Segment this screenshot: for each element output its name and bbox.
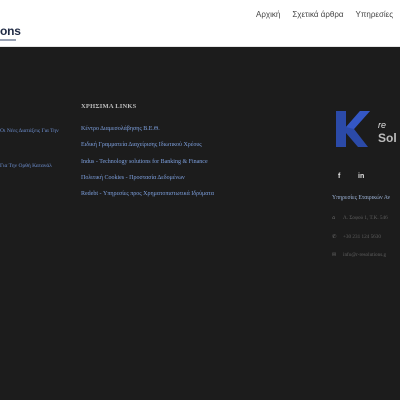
- logo-tagline: [0, 39, 16, 41]
- useful-link-mediation[interactable]: Κέντρο Διαμεσολάβησης Β.Ε.Θ.: [81, 126, 214, 133]
- address-text: Λ. Σοφού 1, Τ.Κ. 546: [343, 215, 388, 221]
- useful-links-title: ΧΡΗΣΙΜΑ LINKS: [81, 103, 137, 110]
- footer-contact: re Sol f in Υπηρεσίες Εταιρικών Αν ⌂ Λ. Σ…: [332, 47, 400, 400]
- address-row: ⌂ Λ. Σοφού 1, Τ.Κ. 546: [332, 215, 388, 221]
- phone-icon: ✆: [332, 234, 337, 240]
- nav-services[interactable]: Υπηρεσίες: [356, 10, 394, 19]
- facebook-icon[interactable]: f: [338, 173, 352, 183]
- main-nav: Αρχική Σχετικά άρθρα Υπηρεσίες Ε: [256, 10, 400, 19]
- useful-link-debt-secretariat[interactable]: Ειδική Γραμματεία Διαχείρισης Ιδιωτικού …: [81, 142, 214, 149]
- nav-articles[interactable]: Σχετικά άρθρα: [292, 10, 343, 19]
- useful-link-cookies[interactable]: Πολιτική Cookies - Προστασία Δεδομένων: [81, 175, 214, 182]
- useful-link-indus[interactable]: Indus - Technology solutions for Banking…: [81, 159, 214, 166]
- envelope-icon: ✉: [332, 252, 337, 258]
- email-row: ✉ info@r-resolutions.g: [332, 252, 386, 258]
- phone-row: ✆ +30 231 124 5630: [332, 234, 381, 240]
- brand-name-re: re: [378, 120, 387, 130]
- email-text[interactable]: info@r-resolutions.g: [343, 252, 386, 258]
- brand-name-sol: Sol: [378, 131, 397, 145]
- brand-logo-icon[interactable]: [332, 109, 372, 149]
- recent-post-link[interactable]: Για Την Ορθή Κατανάλ: [0, 163, 52, 169]
- site-footer: Οι Νέες Διατάξεις Για Την Για Την Ορθή Κ…: [0, 47, 400, 400]
- linkedin-icon[interactable]: in: [358, 173, 372, 183]
- nav-home[interactable]: Αρχική: [256, 10, 280, 19]
- site-header: ons Αρχική Σχετικά άρθρα Υπηρεσίες Ε: [0, 0, 400, 47]
- recent-post-link[interactable]: Οι Νέες Διατάξεις Για Την: [0, 128, 59, 134]
- site-logo[interactable]: ons: [0, 24, 21, 38]
- footer-useful-links: ΧΡΗΣΙΜΑ LINKS Κέντρο Διαμεσολάβησης Β.Ε.…: [81, 103, 214, 207]
- phone-text[interactable]: +30 231 124 5630: [343, 234, 381, 240]
- social-links: f in: [338, 173, 378, 183]
- useful-link-redebt[interactable]: Redebt - Υπηρεσίες προς Χρηματοπιστωτικά…: [81, 191, 214, 198]
- company-description: Υπηρεσίες Εταιρικών Αν: [332, 195, 391, 201]
- home-icon: ⌂: [332, 215, 336, 221]
